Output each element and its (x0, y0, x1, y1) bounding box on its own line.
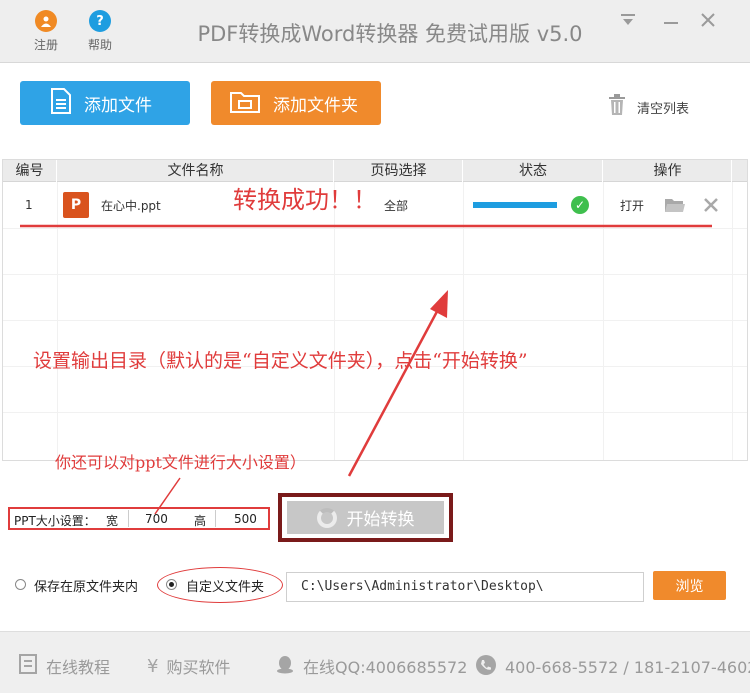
clear-list-button[interactable]: 清空列表 (607, 94, 689, 120)
open-file-link[interactable]: 打开 (620, 182, 644, 228)
row-filename-cell: P 在心中.ppt (63, 182, 161, 228)
start-convert-button[interactable]: 开始转换 (287, 501, 444, 534)
column-header-pages[interactable]: 页码选择 (335, 160, 463, 182)
width-input[interactable]: 700 (128, 510, 183, 527)
help-button[interactable]: ? 帮助 (85, 10, 115, 53)
remove-icon[interactable] (703, 182, 719, 228)
tutorial-link[interactable]: 在线教程 (18, 654, 110, 678)
height-label: 高 (194, 514, 207, 528)
row-status: ✓ (473, 182, 589, 228)
start-button-frame: 开始转换 (278, 493, 453, 542)
height-value: 500 (234, 512, 257, 526)
column-header-actions[interactable]: 操作 (604, 160, 732, 182)
annotation-size-hint: 你还可以对ppt文件进行大小设置） (55, 453, 306, 472)
check-circle-icon: ✓ (571, 196, 589, 214)
buy-link[interactable]: ¥ 购买软件 (147, 654, 230, 678)
trash-icon (607, 94, 627, 120)
minimize-icon[interactable] (660, 8, 682, 33)
radio-original-folder[interactable] (15, 579, 26, 590)
size-label: PPT大小设置： (14, 514, 96, 528)
question-icon: ? (89, 10, 111, 32)
row-divider (3, 228, 747, 229)
progress-bar (473, 202, 557, 208)
app-title: PDF转换成Word转换器 免费试用版 v5.0 (197, 22, 583, 46)
help-label: 帮助 (87, 38, 112, 52)
yen-icon: ¥ (147, 655, 159, 677)
menu-icon[interactable] (617, 12, 639, 33)
width-label: 宽 (106, 514, 119, 528)
output-path-input[interactable]: C:\Users\Administrator\Desktop\ (286, 572, 644, 602)
phone-label: 400-668-5572 / 181-2107-4602 (505, 657, 750, 677)
refresh-icon (316, 507, 337, 528)
table-header: 编号 文件名称 页码选择 状态 操作 (3, 160, 747, 182)
browse-button[interactable]: 浏览 (653, 571, 726, 600)
document-icon (50, 87, 72, 119)
annotation-instruction: 设置输出目录（默认的是“自定义文件夹），点击“开始转换” (33, 350, 528, 372)
close-icon[interactable] (697, 12, 719, 33)
annotation-success: 转换成功！！ (233, 186, 377, 214)
clear-list-label: 清空列表 (637, 101, 690, 117)
row-divider (3, 412, 747, 413)
register-label: 注册 (33, 38, 58, 52)
add-folder-button[interactable]: 添加文件夹 (211, 81, 381, 125)
option-custom-label[interactable]: 自定义文件夹 (186, 576, 264, 595)
column-header-status[interactable]: 状态 (464, 160, 603, 182)
book-icon (18, 654, 38, 678)
radio-custom-folder[interactable] (166, 579, 177, 590)
ppt-size-settings: PPT大小设置： 宽 700 高 500 (8, 507, 270, 530)
buy-label: 购买软件 (166, 658, 231, 677)
phone-icon (475, 654, 497, 680)
row-divider (3, 274, 747, 275)
ppt-file-icon: P (63, 192, 89, 218)
open-folder-icon[interactable] (664, 182, 686, 228)
title-bar: 注册 ? 帮助 PDF转换成Word转换器 免费试用版 v5.0 (0, 0, 750, 63)
folder-icon (229, 88, 261, 119)
row-index: 1 (25, 198, 33, 212)
footer-bar: 在线教程 ¥ 购买软件 在线QQ:4006685572 400-668-5572… (0, 631, 750, 693)
qq-icon (275, 654, 295, 678)
tutorial-label: 在线教程 (46, 658, 111, 677)
row-filename: 在心中.ppt (101, 198, 161, 213)
column-header-index[interactable]: 编号 (3, 160, 57, 182)
qq-contact[interactable]: 在线QQ:4006685572 (275, 654, 467, 678)
phone-contact: 400-668-5572 / 181-2107-4602 (475, 654, 750, 680)
start-convert-label: 开始转换 (346, 510, 415, 530)
user-icon (35, 10, 57, 32)
add-file-label: 添加文件 (84, 95, 152, 116)
row-pages[interactable]: 全部 (384, 182, 408, 228)
row-divider (3, 320, 747, 321)
register-button[interactable]: 注册 (31, 10, 61, 53)
option-original-label[interactable]: 保存在原文件夹内 (34, 576, 138, 595)
qq-label: 在线QQ:4006685572 (303, 658, 468, 677)
column-header-filename[interactable]: 文件名称 (58, 160, 334, 182)
add-folder-label: 添加文件夹 (273, 95, 358, 116)
add-file-button[interactable]: 添加文件 (20, 81, 190, 125)
width-value: 700 (145, 512, 168, 526)
height-input[interactable]: 500 (215, 510, 267, 527)
